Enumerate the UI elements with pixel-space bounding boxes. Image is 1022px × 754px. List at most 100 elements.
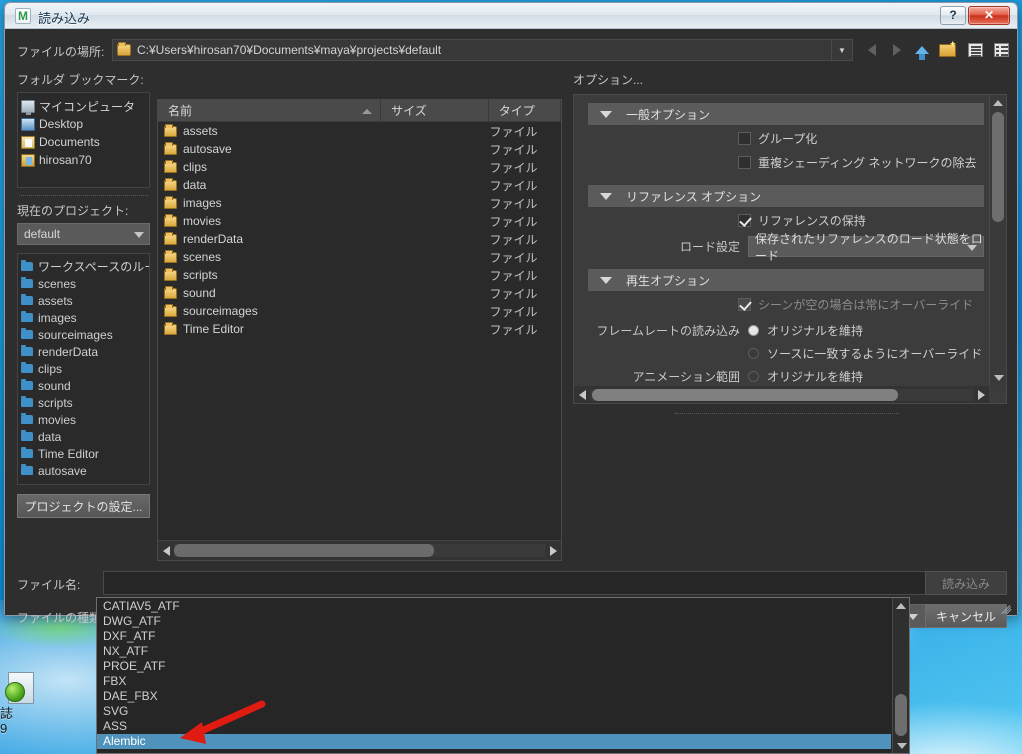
- folder-icon: [164, 213, 177, 227]
- location-dropdown-button[interactable]: ▼: [831, 39, 853, 61]
- tree-item-autosave[interactable]: autosave: [21, 462, 146, 479]
- dropdown-item-alembic[interactable]: Alembic: [97, 734, 891, 749]
- user-folder-icon: [21, 153, 35, 167]
- options-hscroll-thumb[interactable]: [592, 388, 899, 401]
- new-folder-icon[interactable]: [937, 39, 957, 60]
- table-row[interactable]: images ファイル: [158, 194, 561, 212]
- desktop-shortcut-icon[interactable]: [4, 672, 40, 706]
- vscroll-thumb[interactable]: [992, 112, 1004, 222]
- dropdown-item-nx-atf[interactable]: NX_ATF: [97, 644, 891, 659]
- radio-override-match-source[interactable]: [748, 348, 759, 359]
- checkbox-keep-reference[interactable]: リファレンスの保持: [738, 210, 988, 231]
- section-reference-options[interactable]: リファレンス オプション: [588, 185, 984, 207]
- help-button[interactable]: ?: [940, 6, 966, 25]
- scroll-left-icon[interactable]: [158, 542, 174, 560]
- dropdown-item-proe-atf[interactable]: PROE_ATF: [97, 659, 891, 674]
- radio-anim-keep-original[interactable]: [748, 371, 759, 382]
- section-label: リファレンス オプション: [626, 189, 762, 204]
- checkbox-icon[interactable]: [738, 132, 751, 145]
- dropdown-item-catiav5-atf[interactable]: CATIAV5_ATF: [97, 599, 891, 614]
- tree-item-scenes[interactable]: scenes: [21, 275, 146, 292]
- table-row[interactable]: movies ファイル: [158, 212, 561, 230]
- column-header-type[interactable]: タイプ: [488, 100, 561, 121]
- scroll-left-icon[interactable]: [574, 386, 590, 404]
- bookmark-item-hirosan70[interactable]: hirosan70: [21, 151, 146, 169]
- dropdown-item-svg[interactable]: SVG: [97, 704, 891, 719]
- dropdown-option-list[interactable]: CATIAV5_ATF DWG_ATF DXF_ATF NX_ATF PROE_…: [97, 598, 891, 753]
- window-titlebar[interactable]: M 読み込み ? ✕: [5, 3, 1017, 29]
- import-button[interactable]: 読み込み: [925, 571, 1007, 595]
- tree-item-assets[interactable]: assets: [21, 292, 146, 309]
- checkbox-icon[interactable]: [738, 214, 751, 227]
- tree-item-sound[interactable]: sound: [21, 377, 146, 394]
- resize-grip[interactable]: [1000, 600, 1012, 615]
- dropdown-item-fbx[interactable]: FBX: [97, 674, 891, 689]
- table-row[interactable]: sourceimages ファイル: [158, 302, 561, 320]
- scroll-down-icon[interactable]: [893, 738, 909, 753]
- scroll-up-icon[interactable]: [990, 95, 1006, 110]
- tree-item-sourceimages[interactable]: sourceimages: [21, 326, 146, 343]
- back-icon[interactable]: [862, 40, 882, 60]
- bookmark-item-mycomputer[interactable]: マイコンピュータ: [21, 97, 146, 115]
- radio-keep-original[interactable]: [748, 325, 759, 336]
- file-list-rows[interactable]: assets ファイル autosave ファイル clips ファイル data ファ…: [158, 122, 561, 538]
- filename-input[interactable]: [103, 571, 927, 595]
- dropdown-item-dxf-atf[interactable]: DXF_ATF: [97, 629, 891, 644]
- table-row[interactable]: renderData ファイル: [158, 230, 561, 248]
- section-general-options[interactable]: 一般オプション: [588, 103, 984, 125]
- column-header-size[interactable]: サイズ: [381, 100, 489, 121]
- tree-item-movies[interactable]: movies: [21, 411, 146, 428]
- table-row[interactable]: scenes ファイル: [158, 248, 561, 266]
- tree-item-images[interactable]: images: [21, 309, 146, 326]
- column-header-name[interactable]: 名前: [158, 100, 382, 121]
- list-view-icon[interactable]: [965, 40, 985, 60]
- dropdown-vscroll-thumb[interactable]: [895, 694, 907, 736]
- dropdown-item-dae-fbx[interactable]: DAE_FBX: [97, 689, 891, 704]
- close-button[interactable]: ✕: [968, 6, 1010, 25]
- detail-view-icon[interactable]: [991, 40, 1011, 60]
- location-path-field[interactable]: C:¥Users¥hirosan70¥Documents¥maya¥projec…: [112, 39, 852, 61]
- tree-item-workspace-root[interactable]: ワークスペースのルート: [21, 258, 149, 275]
- hscroll-track[interactable]: [174, 544, 545, 557]
- table-row[interactable]: assets ファイル: [158, 122, 561, 140]
- filetype-dropdown-popup[interactable]: CATIAV5_ATF DWG_ATF DXF_ATF NX_ATF PROE_…: [96, 597, 910, 754]
- project-settings-button[interactable]: プロジェクトの設定...: [17, 494, 150, 518]
- table-row[interactable]: data ファイル: [158, 176, 561, 194]
- options-vscrollbar[interactable]: [989, 95, 1006, 385]
- scroll-right-icon[interactable]: [545, 542, 561, 560]
- cancel-button[interactable]: キャンセル: [925, 604, 1007, 628]
- dropdown-item-dwg-atf[interactable]: DWG_ATF: [97, 614, 891, 629]
- options-hscrollbar[interactable]: [574, 386, 989, 403]
- tree-item-scripts[interactable]: scripts: [21, 394, 146, 411]
- table-row[interactable]: sound ファイル: [158, 284, 561, 302]
- dropdown-item-ass[interactable]: ASS: [97, 719, 891, 734]
- project-select[interactable]: default: [17, 223, 150, 245]
- tree-item-renderdata[interactable]: renderData: [21, 343, 146, 360]
- table-row[interactable]: autosave ファイル: [158, 140, 561, 158]
- tree-item-time-editor[interactable]: Time Editor: [21, 445, 146, 462]
- scroll-up-icon[interactable]: [893, 598, 909, 613]
- hscroll-thumb[interactable]: [174, 544, 434, 557]
- file-list-hscrollbar[interactable]: [158, 540, 561, 560]
- tree-item-data[interactable]: data: [21, 428, 146, 445]
- bookmark-item-documents[interactable]: Documents: [21, 133, 146, 151]
- table-row[interactable]: scripts ファイル: [158, 266, 561, 284]
- up-one-level-icon[interactable]: [912, 40, 932, 60]
- checkbox-group[interactable]: グループ化: [738, 128, 988, 149]
- bookmark-item-desktop[interactable]: Desktop: [21, 115, 146, 133]
- load-setting-select[interactable]: 保存されたリファレンスのロード状態をロード: [748, 232, 984, 263]
- section-playback-options[interactable]: 再生オプション: [588, 269, 984, 291]
- bookmarks-list[interactable]: マイコンピュータ Desktop Documents hirosan70: [17, 92, 150, 188]
- options-hscroll-track[interactable]: [590, 388, 973, 401]
- table-row[interactable]: Time Editor ファイル: [158, 320, 561, 338]
- checkbox-remove-duplicate-shading[interactable]: 重複シェーディング ネットワークの除去: [738, 152, 988, 173]
- scroll-down-icon[interactable]: [990, 370, 1006, 385]
- dropdown-vscrollbar[interactable]: [892, 598, 909, 753]
- workspace-tree[interactable]: ワークスペースのルート scenes assets images sourcei…: [17, 253, 150, 485]
- framerate-radio-row-1: フレームレートの読み込み オリジナルを維持: [588, 320, 988, 341]
- scroll-right-icon[interactable]: [973, 386, 989, 404]
- checkbox-icon[interactable]: [738, 156, 751, 169]
- forward-icon[interactable]: [887, 40, 907, 60]
- tree-item-clips[interactable]: clips: [21, 360, 146, 377]
- table-row[interactable]: clips ファイル: [158, 158, 561, 176]
